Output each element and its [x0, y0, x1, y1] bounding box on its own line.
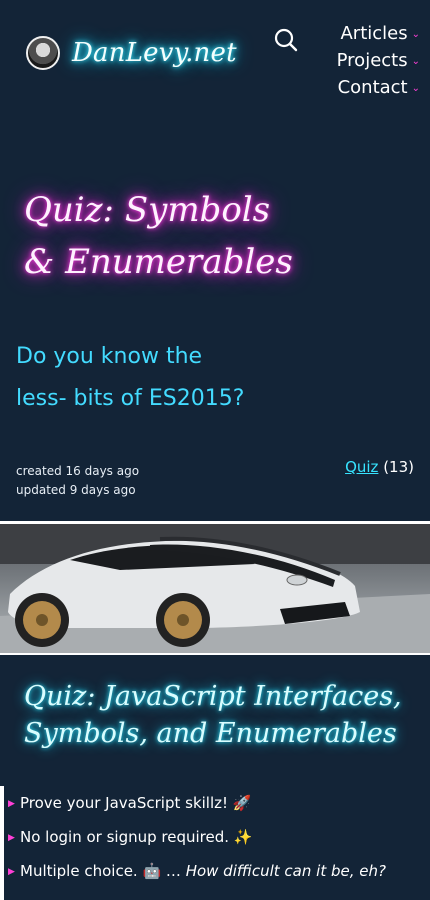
triangle-bullet-icon: ▶	[8, 799, 15, 809]
list-item-emphasis: How difficult can it be, eh?	[185, 862, 386, 880]
triangle-bullet-icon: ▶	[8, 833, 15, 843]
list-item: ▶ No login or signup required. ✨	[8, 820, 430, 854]
page-title-line: & Enumerables	[24, 242, 293, 282]
nav-item-label: Articles	[340, 23, 408, 44]
chevron-down-icon: ⌄	[411, 56, 420, 67]
list-item-text: Multiple choice. 🤖 …	[20, 862, 186, 880]
page-title-line: Quiz: Symbols	[24, 190, 271, 230]
nav-item-contact[interactable]: Contact ⌄	[308, 76, 420, 103]
created-date: created 16 days ago	[16, 464, 140, 478]
list-item: ▶ Prove your JavaScript skillz! 🚀	[8, 786, 430, 820]
nav-item-articles[interactable]: Articles ⌄	[308, 22, 420, 49]
hero-image	[0, 521, 430, 655]
updated-date: updated 9 days ago	[16, 483, 136, 497]
nav-item-label: Projects	[336, 50, 408, 71]
site-brand-link[interactable]: DanLevy.net	[72, 38, 237, 68]
category-tag: Quiz (13)	[345, 458, 414, 476]
section-title: Quiz: JavaScript Interfaces, Symbols, an…	[24, 678, 404, 752]
nav-item-projects[interactable]: Projects ⌄	[308, 49, 420, 76]
post-meta: created 16 days ago updated 9 days ago	[16, 462, 139, 500]
search-icon	[274, 28, 298, 52]
site-header: DanLevy.net Articles ⌄ Projects ⌄ Contact ⌄	[0, 0, 430, 110]
nav-item-label: Contact	[337, 77, 408, 98]
list-item-text: No login or signup required. ✨	[20, 828, 253, 846]
section-title-line: Symbols, and Enumerables	[24, 718, 397, 749]
section-title-line: Quiz: JavaScript Interfaces,	[24, 681, 402, 712]
page-subtitle-line: Do you know the	[16, 344, 203, 369]
page-subtitle-line: less- bits of ES2015?	[16, 386, 245, 411]
feature-list: ▶ Prove your JavaScript skillz! 🚀 ▶ No log…	[0, 786, 430, 900]
chevron-down-icon: ⌄	[411, 29, 420, 40]
page-subtitle: Do you know the less- bits of ES2015?	[16, 336, 316, 420]
search-button[interactable]	[272, 26, 300, 54]
list-item-text: Prove your JavaScript skillz! 🚀	[20, 794, 252, 812]
page-title: Quiz: Symbols & Enumerables	[24, 184, 314, 288]
avatar[interactable]	[26, 36, 60, 70]
category-link[interactable]: Quiz	[345, 458, 378, 476]
main-nav: Articles ⌄ Projects ⌄ Contact ⌄	[308, 22, 420, 103]
chevron-down-icon: ⌄	[411, 83, 420, 94]
category-count: (13)	[383, 458, 414, 476]
triangle-bullet-icon: ▶	[8, 867, 15, 877]
list-item: ▶ Multiple choice. 🤖 … How difficult can …	[8, 854, 430, 888]
